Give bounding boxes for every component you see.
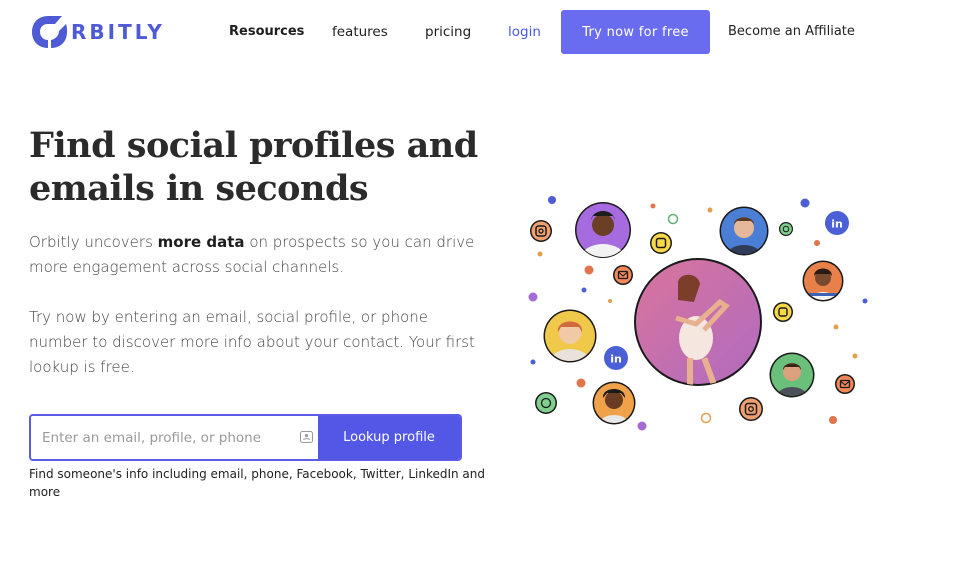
email-icon — [835, 374, 855, 394]
hero-description: Orbitly uncovers more data on prospects … — [29, 230, 479, 280]
linkedin-icon: in — [825, 211, 849, 235]
lookup-helper-text: Find someone's info including email, pho… — [29, 467, 485, 499]
orbitly-logo[interactable]: RBITLY — [29, 14, 165, 50]
avatar-2 — [719, 206, 769, 256]
featured-profile-circle — [634, 258, 762, 386]
hero-title: Find social profiles and emails in secon… — [29, 125, 478, 209]
lookup-input[interactable] — [31, 416, 318, 459]
hero-try-description: Try now by entering an email, social pro… — [29, 308, 475, 376]
lookup-form: Lookup profile — [29, 414, 462, 461]
nav-affiliate[interactable]: Become an Affiliate — [728, 24, 855, 39]
hero-description-bold: more data — [157, 233, 245, 251]
orbitly-logo-icon — [32, 16, 67, 48]
instagram-icon — [530, 220, 552, 242]
snapchat-icon — [650, 232, 672, 254]
whatsapp-icon — [535, 392, 557, 414]
nav-login[interactable]: login — [508, 24, 541, 40]
avatar-6 — [592, 381, 636, 425]
site-header: RBITLY Resources features pricing login … — [0, 0, 960, 64]
logo-text: RBITLY — [71, 20, 165, 44]
nav-resources[interactable]: Resources — [229, 24, 304, 39]
email-icon — [613, 265, 633, 285]
svg-text:in: in — [610, 353, 622, 366]
avatar-5 — [769, 352, 815, 398]
social-profiles-illustration: in in — [528, 196, 868, 431]
svg-text:in: in — [831, 218, 843, 231]
contact-card-icon — [300, 431, 313, 443]
nav-pricing[interactable]: pricing — [425, 24, 471, 40]
instagram-icon — [739, 397, 763, 421]
try-now-button[interactable]: Try now for free — [561, 10, 710, 54]
avatar-1 — [575, 202, 631, 258]
avatar-4 — [543, 309, 597, 363]
lookup-profile-button[interactable]: Lookup profile — [318, 416, 460, 459]
nav-features[interactable]: features — [332, 24, 388, 40]
snapchat-icon — [773, 302, 793, 322]
avatar-3 — [802, 260, 844, 302]
whatsapp-icon — [779, 222, 793, 236]
hero-description-start: Orbitly uncovers — [29, 233, 158, 251]
linkedin-icon: in — [604, 346, 628, 370]
